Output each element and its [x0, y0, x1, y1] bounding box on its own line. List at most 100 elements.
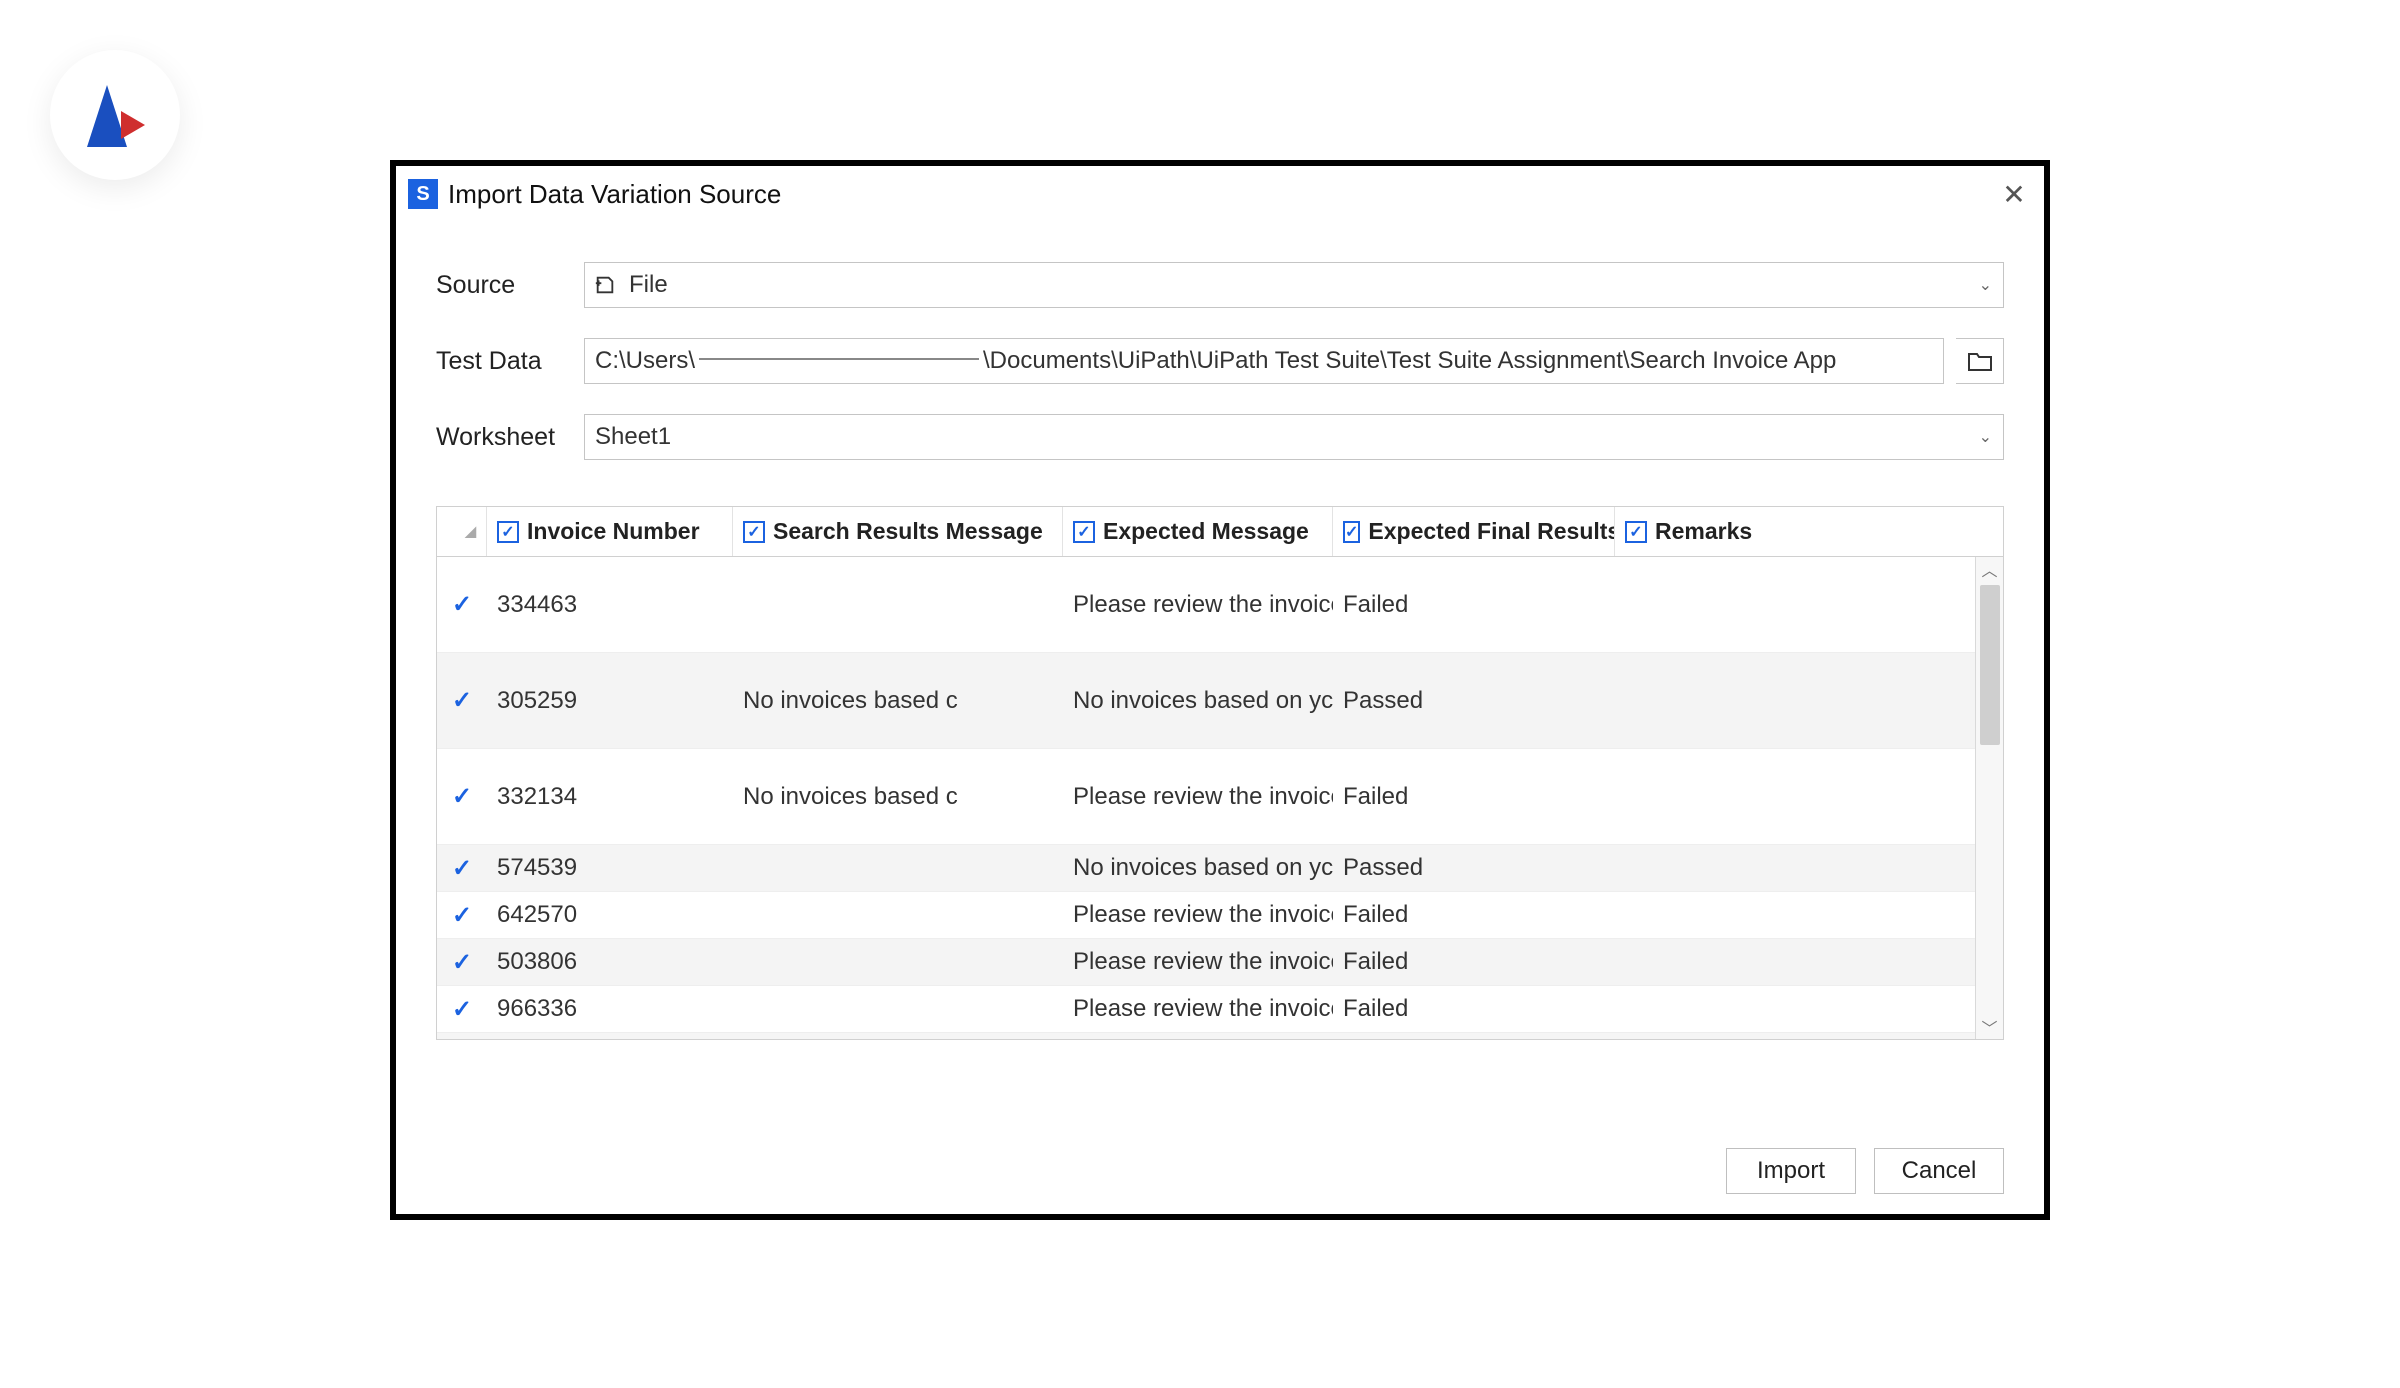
source-row: Source ⌄	[436, 260, 2004, 310]
cell-search-results-message[interactable]: No invoices based c	[733, 783, 1063, 811]
cell-expected-message[interactable]: Please review the invoice	[1063, 995, 1333, 1023]
scroll-up-icon[interactable]: ︿	[1981, 557, 1997, 581]
row-check-cell[interactable]: ✓	[437, 995, 487, 1024]
cell-expected-message[interactable]: Please review the invoice	[1063, 1038, 1333, 1040]
checkbox-icon[interactable]: ✓	[1073, 521, 1095, 543]
cell-expected-final-results[interactable]: Passed	[1333, 854, 1615, 882]
test-data-value: C:\Users\ \Documents\UiPath\UiPath Test …	[595, 347, 1836, 375]
brand-logo	[50, 50, 180, 180]
table-row[interactable]: ✓642570 Please review the invoiceFailed	[437, 892, 2003, 939]
title-bar: S Import Data Variation Source ✕	[396, 166, 2044, 222]
row-check-icon: ✓	[452, 995, 472, 1024]
test-data-row: Test Data C:\Users\ \Documents\UiPath\Ui…	[436, 336, 2004, 386]
cell-invoice-number[interactable]: 409256	[487, 1038, 733, 1040]
checkbox-icon[interactable]: ✓	[1343, 521, 1360, 543]
scrollbar[interactable]: ︿ ﹀	[1975, 557, 2003, 1039]
cell-invoice-number[interactable]: 332134	[487, 783, 733, 811]
table-row[interactable]: ✓ 503806 Please review the invoiceFailed	[437, 939, 2003, 986]
table-row[interactable]: ✓ 966336 Please review the invoiceFailed	[437, 986, 2003, 1033]
dialog-title: Import Data Variation Source	[448, 179, 781, 210]
file-type-icon	[594, 274, 616, 296]
row-check-cell[interactable]: ✓	[437, 901, 487, 930]
row-check-cell[interactable]: ✓	[437, 590, 487, 619]
cell-expected-final-results[interactable]: Failed	[1333, 1038, 1615, 1040]
checkbox-icon[interactable]: ✓	[743, 521, 765, 543]
header-expected-message[interactable]: ✓ Expected Message	[1063, 507, 1333, 556]
dialog-window: S Import Data Variation Source ✕ Source …	[390, 160, 2050, 1220]
dialog-icon: S	[408, 179, 438, 209]
cell-expected-message[interactable]: Please review the invoice	[1063, 948, 1333, 976]
cell-invoice-number[interactable]: 642570	[487, 901, 733, 929]
cell-search-results-message[interactable]: No invoices based c	[733, 687, 1063, 715]
grid-body[interactable]: ✓334463Please review the invoiceFailed✓3…	[437, 557, 2003, 1039]
worksheet-field[interactable]: ⌄	[584, 414, 2004, 460]
data-grid[interactable]: ◢ ✓ Invoice Number ✓ Search Results Mess…	[436, 506, 2004, 1040]
header-label: Search Results Message	[773, 518, 1043, 545]
source-label: Source	[436, 271, 584, 300]
header-label: Expected Message	[1103, 518, 1309, 545]
row-check-cell[interactable]: ✓	[437, 948, 487, 977]
header-label: Remarks	[1655, 518, 1752, 545]
cell-invoice-number[interactable]: 334463	[487, 591, 733, 619]
row-check-cell[interactable]: ✓	[437, 686, 487, 715]
select-all-corner[interactable]: ◢	[437, 507, 487, 556]
source-field[interactable]: ⌄	[584, 262, 2004, 308]
table-row[interactable]: ✓ 332134No invoices based cPlease review …	[437, 749, 2003, 845]
row-check-icon: ✓	[452, 1037, 472, 1039]
checkbox-icon[interactable]: ✓	[497, 521, 519, 543]
header-label: Invoice Number	[527, 518, 700, 545]
cell-expected-final-results[interactable]: Failed	[1333, 591, 1615, 619]
brand-logo-mark	[83, 81, 147, 149]
row-check-icon: ✓	[452, 782, 472, 811]
filepath-redacted	[699, 358, 979, 360]
cancel-button[interactable]: Cancel	[1874, 1148, 2004, 1194]
source-input[interactable]	[584, 262, 2004, 308]
table-row[interactable]: ✓ 334463 Please review the invoiceFailed	[437, 557, 2003, 653]
table-row[interactable]: ✓ 305259No invoices based cNo invoices ba…	[437, 653, 2003, 749]
filepath-prefix: C:\Users\	[595, 347, 695, 375]
cell-expected-final-results[interactable]: Failed	[1333, 948, 1615, 976]
cell-invoice-number[interactable]: 574539	[487, 854, 733, 882]
header-label: Expected Final Results	[1368, 518, 1615, 545]
worksheet-row: Worksheet ⌄	[436, 412, 2004, 462]
browse-button[interactable]	[1956, 338, 2004, 384]
header-remarks[interactable]: ✓ Remarks	[1615, 507, 1785, 556]
table-row[interactable]: ✓ 409256 Please review the invoiceFailed	[437, 1033, 2003, 1039]
header-search-results-message[interactable]: ✓ Search Results Message	[733, 507, 1063, 556]
test-data-input[interactable]: C:\Users\ \Documents\UiPath\UiPath Test …	[584, 338, 1944, 384]
worksheet-label: Worksheet	[436, 423, 584, 452]
close-button[interactable]: ✕	[1994, 174, 2034, 214]
cell-expected-message[interactable]: Please review the invoice	[1063, 783, 1333, 811]
row-check-cell[interactable]: ✓	[437, 782, 487, 811]
header-invoice-number[interactable]: ✓ Invoice Number	[487, 507, 733, 556]
action-bar: Import Cancel	[396, 1128, 2044, 1214]
scroll-thumb[interactable]	[1980, 585, 2000, 745]
cell-expected-message[interactable]: No invoices based on yc	[1063, 687, 1333, 715]
grid-header: ◢ ✓ Invoice Number ✓ Search Results Mess…	[437, 507, 2003, 557]
cell-expected-message[interactable]: Please review the invoice	[1063, 591, 1333, 619]
row-check-cell[interactable]: ✓	[437, 854, 487, 883]
cell-invoice-number[interactable]: 305259	[487, 687, 733, 715]
header-expected-final-results[interactable]: ✓ Expected Final Results	[1333, 507, 1615, 556]
cell-expected-final-results[interactable]: Failed	[1333, 901, 1615, 929]
cell-expected-final-results[interactable]: Passed	[1333, 687, 1615, 715]
row-check-icon: ✓	[452, 854, 472, 883]
test-data-field[interactable]: C:\Users\ \Documents\UiPath\UiPath Test …	[584, 338, 2004, 384]
row-check-icon: ✓	[452, 948, 472, 977]
checkbox-icon[interactable]: ✓	[1625, 521, 1647, 543]
table-row[interactable]: ✓ 574539 No invoices based on ycPassed	[437, 845, 2003, 892]
filepath-suffix: \Documents\UiPath\UiPath Test Suite\Test…	[983, 347, 1836, 375]
import-button[interactable]: Import	[1726, 1148, 1856, 1194]
cell-expected-message[interactable]: No invoices based on yc	[1063, 854, 1333, 882]
row-check-cell[interactable]: ✓	[437, 1037, 487, 1039]
row-check-icon: ✓	[452, 686, 472, 715]
cell-expected-message[interactable]: Please review the invoice	[1063, 901, 1333, 929]
cell-invoice-number[interactable]: 503806	[487, 948, 733, 976]
scroll-down-icon[interactable]: ﹀	[1981, 1015, 1997, 1039]
row-check-icon: ✓	[452, 590, 472, 619]
folder-icon	[1967, 350, 1993, 372]
worksheet-input[interactable]	[584, 414, 2004, 460]
cell-invoice-number[interactable]: 966336	[487, 995, 733, 1023]
cell-expected-final-results[interactable]: Failed	[1333, 783, 1615, 811]
cell-expected-final-results[interactable]: Failed	[1333, 995, 1615, 1023]
